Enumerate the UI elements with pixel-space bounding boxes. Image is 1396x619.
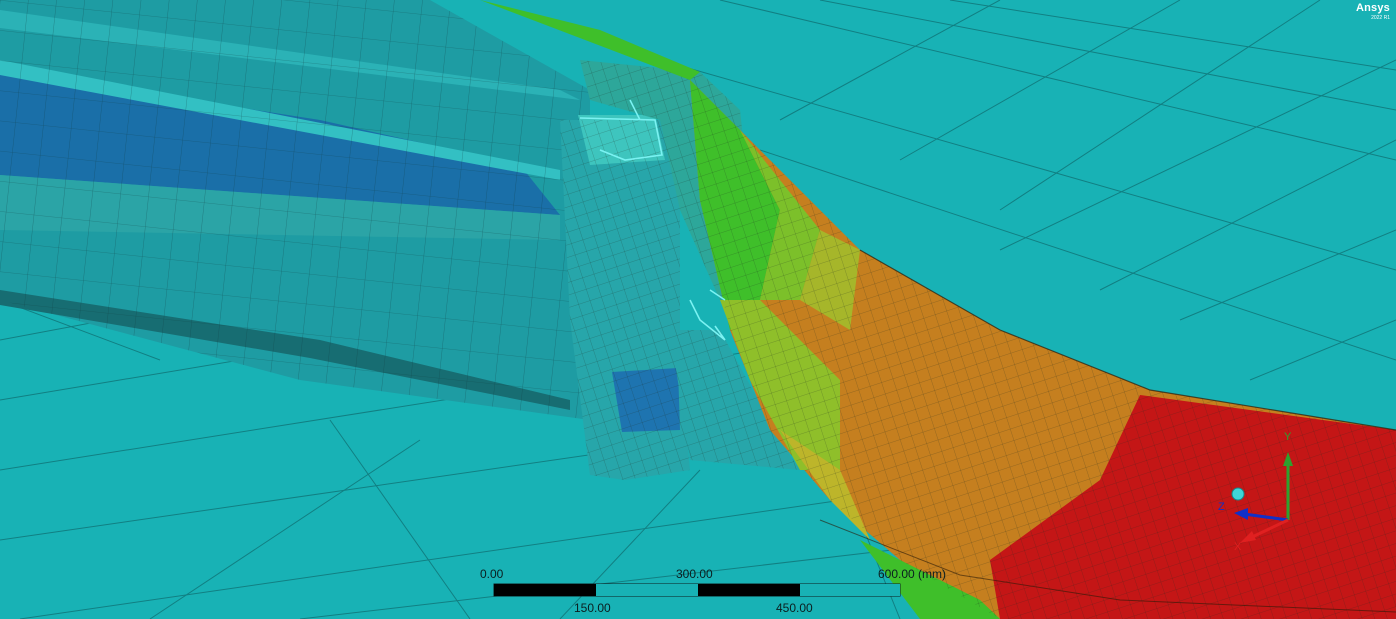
brand-version: 2022 R1 (1371, 15, 1390, 21)
scale-bar-segment-teal (800, 584, 900, 596)
z-arrowhead (1234, 508, 1248, 520)
ansys-logo: Ansys 2022 R1 (1356, 3, 1390, 21)
brand-name: Ansys (1355, 2, 1390, 14)
scale-bar-segment-black (494, 584, 596, 596)
scale-bar: 0.00 300.00 600.00 (mm) 150.00 450.00 (478, 564, 946, 619)
y-axis-label: Y (1284, 431, 1292, 443)
triad-graphic: Y Z X (1218, 431, 1293, 553)
scale-label-150: 150.00 (574, 601, 611, 615)
axis-triad[interactable]: Y Z X (1210, 426, 1300, 553)
scale-label-300: 300.00 (676, 567, 713, 581)
scale-bar-segment-black (698, 584, 800, 596)
triad-origin-sphere (1231, 487, 1245, 501)
x-axis-arrow (1249, 518, 1289, 540)
scale-label-0: 0.00 (480, 567, 504, 581)
model-view[interactable] (0, 0, 1396, 619)
graphics-viewport[interactable]: Ansys 2022 R1 0.00 300.00 600.00 (mm) 15… (0, 0, 1396, 619)
beam-body (0, 0, 590, 420)
x-arrowhead (1240, 531, 1256, 543)
scale-bar-segment-teal (596, 584, 698, 596)
scale-label-450: 450.00 (776, 601, 813, 615)
z-axis-label: Z (1218, 501, 1225, 513)
z-axis-arrow (1243, 512, 1289, 522)
y-arrowhead (1283, 452, 1293, 466)
x-axis-label: X (1234, 541, 1242, 552)
scale-label-600: 600.00 (mm) (878, 567, 947, 581)
